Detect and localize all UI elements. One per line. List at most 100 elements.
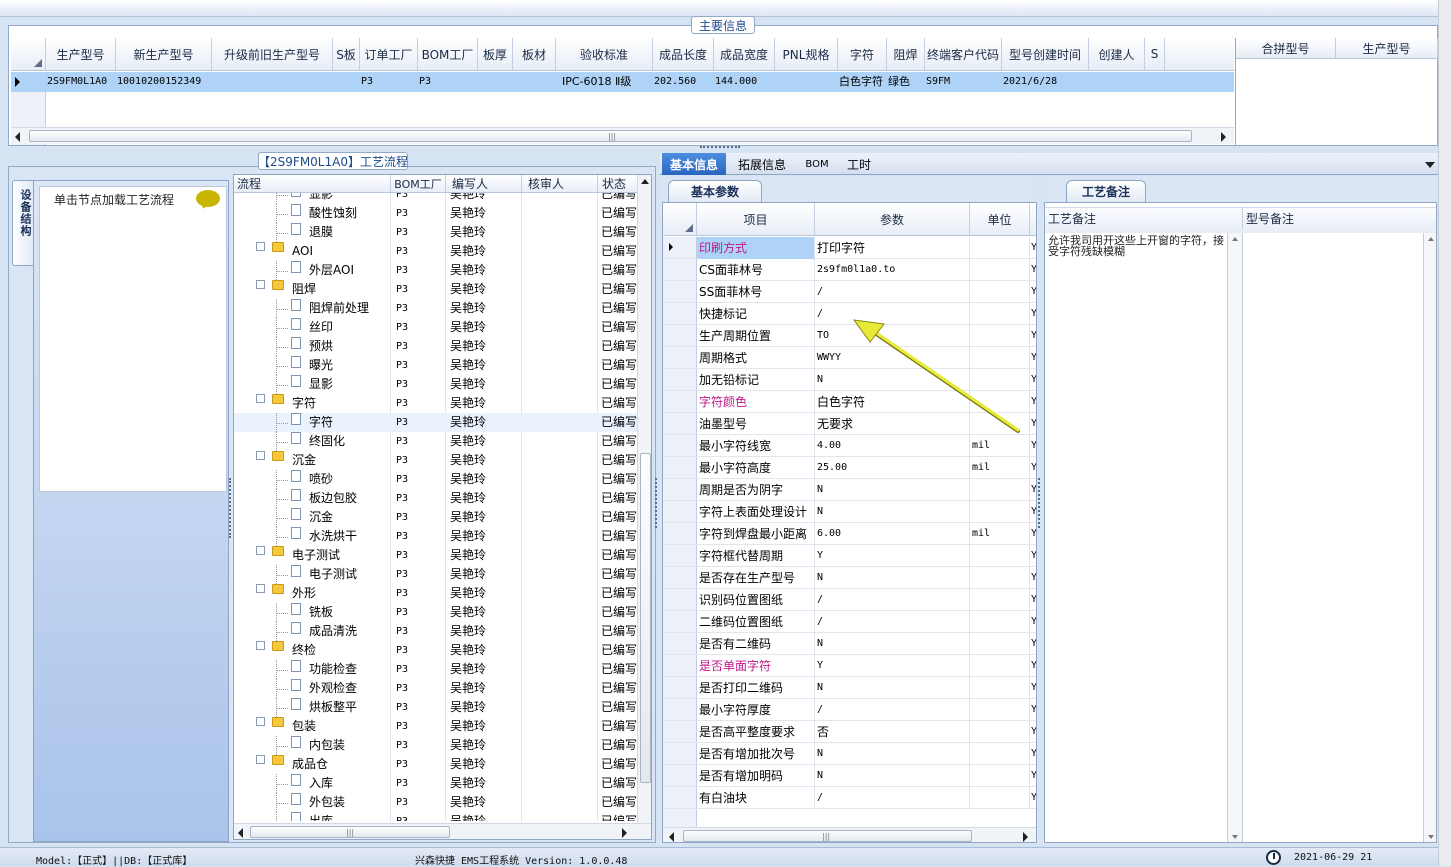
process-tree-vscroll[interactable] xyxy=(637,175,651,823)
process-tree-hscroll-thumb[interactable]: ||| xyxy=(250,826,450,838)
scroll-right-icon[interactable] xyxy=(622,828,627,838)
scroll-left-icon[interactable] xyxy=(669,832,674,842)
process-row[interactable]: 外层AOI P3 吴艳玲 已编写 xyxy=(234,261,637,280)
col-process-note[interactable]: 工艺备注 xyxy=(1045,207,1243,229)
col-prod-model[interactable]: 生产型号 xyxy=(46,38,116,70)
process-row[interactable]: 沉金 P3 吴艳玲 已编写 xyxy=(234,508,637,527)
col-old-prod-model[interactable]: 升级前旧生产型号 xyxy=(212,38,333,70)
param-row[interactable]: 识别码位置图纸 / Y xyxy=(663,589,1036,611)
cell-new-prod-model[interactable]: 10010200152349 xyxy=(117,72,225,92)
param-row[interactable]: 是否有增加明码 N Y xyxy=(663,765,1036,787)
basic-params-hscroll-thumb[interactable]: ||| xyxy=(683,830,972,842)
process-tree-vscroll-thumb[interactable] xyxy=(640,453,651,783)
process-row[interactable]: 喷砂 P3 吴艳玲 已编写 xyxy=(234,470,637,489)
param-value[interactable]: N xyxy=(815,633,970,655)
splitter-handle-mid[interactable] xyxy=(655,478,659,528)
param-row[interactable]: 最小字符厚度 / Y xyxy=(663,699,1036,721)
collapse-toggle-icon[interactable]: − xyxy=(256,755,265,764)
param-row[interactable]: 字符上表面处理设计 N Y xyxy=(663,501,1036,523)
process-row[interactable]: 出库 P3 吴艳玲 已编写 xyxy=(234,812,637,821)
process-row[interactable]: 入库 P3 吴艳玲 已编写 xyxy=(234,774,637,793)
param-value[interactable]: Y xyxy=(815,545,970,567)
param-row[interactable]: 字符到焊盘最小距离 6.00 mil Y xyxy=(663,523,1036,545)
col-acceptance-std[interactable]: 验收标准 xyxy=(556,38,653,70)
process-row[interactable]: 烘板整平 P3 吴艳玲 已编写 xyxy=(234,698,637,717)
combo-col-merge[interactable]: 合拼型号 xyxy=(1236,38,1336,58)
process-note-vscroll[interactable] xyxy=(1228,233,1243,842)
col-thickness[interactable]: 板厚 xyxy=(478,38,513,70)
param-value[interactable]: / xyxy=(815,611,970,633)
process-row[interactable]: − 电子测试 P3 吴艳玲 已编写 xyxy=(234,546,637,565)
col-created-time[interactable]: 型号创建时间 xyxy=(1002,38,1089,70)
col-character[interactable]: 字符 xyxy=(838,38,887,70)
param-row[interactable]: 是否有增加批次号 N Y xyxy=(663,743,1036,765)
process-row[interactable]: 铣板 P3 吴艳玲 已编写 xyxy=(234,603,637,622)
process-row[interactable]: − AOI P3 吴艳玲 已编写 xyxy=(234,242,637,261)
param-value[interactable]: / xyxy=(815,787,970,809)
col-status[interactable]: 状态 xyxy=(598,175,638,192)
process-row[interactable]: − 外形 P3 吴艳玲 已编写 xyxy=(234,584,637,603)
scroll-left-icon[interactable] xyxy=(238,828,243,838)
param-value[interactable]: N xyxy=(815,677,970,699)
collapse-toggle-icon[interactable]: − xyxy=(256,394,265,403)
col-width[interactable]: 成品宽度 xyxy=(714,38,775,70)
param-row[interactable]: 字符框代替周期 Y Y xyxy=(663,545,1036,567)
col-param[interactable]: 参数 xyxy=(815,203,970,235)
param-value[interactable]: 打印字符 xyxy=(815,237,970,259)
process-row[interactable]: 终固化 P3 吴艳玲 已编写 xyxy=(234,432,637,451)
param-row[interactable]: 是否高平整度要求否 Y xyxy=(663,721,1036,743)
param-value[interactable]: N xyxy=(815,479,970,501)
tab-bom[interactable]: BOM xyxy=(800,153,834,175)
param-value[interactable]: Y xyxy=(815,655,970,677)
col-order-factory[interactable]: 订单工厂 xyxy=(360,38,418,70)
col-reviewer[interactable]: 核审人 xyxy=(522,175,598,192)
process-row[interactable]: 预烘 P3 吴艳玲 已编写 xyxy=(234,337,637,356)
process-row[interactable]: − 沉金 P3 吴艳玲 已编写 xyxy=(234,451,637,470)
param-row[interactable]: 是否单面字符 Y Y xyxy=(663,655,1036,677)
param-value[interactable]: / xyxy=(815,281,970,303)
col-new-prod-model[interactable]: 新生产型号 xyxy=(116,38,212,70)
splitter-handle-top[interactable] xyxy=(700,146,740,150)
col-customer-code[interactable]: 终端客户代码 xyxy=(925,38,1002,70)
param-value[interactable]: 2s9fm0l1a0.to xyxy=(815,259,970,281)
col-bom-factory[interactable]: BOM工厂 xyxy=(391,175,446,192)
process-row[interactable]: 板边包胶 P3 吴艳玲 已编写 xyxy=(234,489,637,508)
scroll-right-icon[interactable] xyxy=(1023,832,1028,842)
param-row[interactable]: SS面菲林号 / Y xyxy=(663,281,1036,303)
process-row[interactable]: 显影 P3 吴艳玲 已编写 xyxy=(234,193,637,204)
process-tree-hscroll[interactable]: ||| xyxy=(234,823,651,839)
param-row[interactable]: 最小字符高度 25.00 mil Y xyxy=(663,457,1036,479)
param-row[interactable]: 是否有二维码 N Y xyxy=(663,633,1036,655)
combo-col-prod[interactable]: 生产型号 xyxy=(1336,38,1438,58)
param-value[interactable]: N xyxy=(815,765,970,787)
process-row[interactable]: − 包装 P3 吴艳玲 已编写 xyxy=(234,717,637,736)
tab-basic-info[interactable]: 基本信息 xyxy=(662,153,726,175)
col-solder-mask[interactable]: 阻焊 xyxy=(887,38,925,70)
scroll-right-icon[interactable] xyxy=(1221,132,1226,142)
col-pnl-spec[interactable]: PNL规格 xyxy=(775,38,838,70)
param-value[interactable]: / xyxy=(815,699,970,721)
side-tab-equipment[interactable]: 设备结构 xyxy=(12,180,34,266)
param-row[interactable]: 印刷方式 打印字符 Y xyxy=(663,237,1036,259)
process-row[interactable]: 酸性蚀刻 P3 吴艳玲 已编写 xyxy=(234,204,637,223)
param-row[interactable]: 是否打印二维码 N Y xyxy=(663,677,1036,699)
cell-bom-factory[interactable]: P3 xyxy=(419,72,491,92)
tab-work-hours[interactable]: 工时 xyxy=(841,153,877,175)
process-row[interactable]: 字符 P3 吴艳玲 已编写 xyxy=(234,413,637,432)
main-info-row-selected[interactable]: 2S9FM0L1A0 10010200152349 P3 P3 IPC-6018 Ⅱ级 2… xyxy=(11,72,1234,92)
param-value[interactable]: N xyxy=(815,567,970,589)
main-info-hscroll-thumb[interactable]: ||| xyxy=(29,130,1192,142)
tab-extended-info[interactable]: 拓展信息 xyxy=(733,153,791,175)
process-row[interactable]: − 成品仓 P3 吴艳玲 已编写 xyxy=(234,755,637,774)
scroll-left-icon[interactable] xyxy=(15,132,20,142)
model-note-vscroll[interactable] xyxy=(1423,233,1436,842)
collapse-toggle-icon[interactable]: − xyxy=(256,584,265,593)
col-s-col[interactable]: S xyxy=(1145,38,1165,70)
process-row[interactable]: 水洗烘干 P3 吴艳玲 已编写 xyxy=(234,527,637,546)
process-row[interactable]: 退膜 P3 吴艳玲 已编写 xyxy=(234,223,637,242)
col-item[interactable]: 项目 xyxy=(697,203,815,235)
col-writer[interactable]: 编写人 xyxy=(446,175,522,192)
param-value[interactable]: N xyxy=(815,501,970,523)
param-value[interactable]: 否 xyxy=(815,721,970,743)
process-row[interactable]: − 阻焊 P3 吴艳玲 已编写 xyxy=(234,280,637,299)
